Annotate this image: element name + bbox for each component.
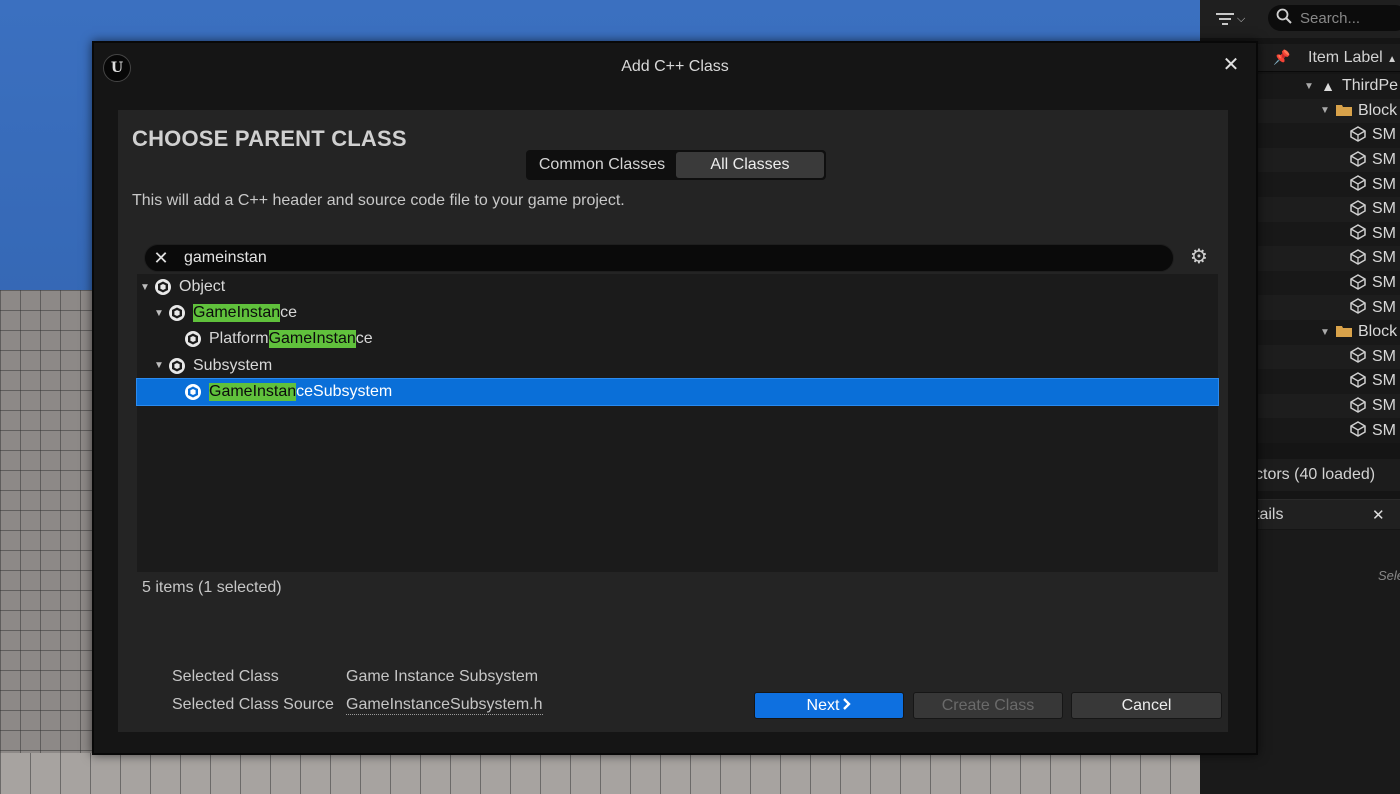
viewport-block xyxy=(0,290,95,794)
expand-arrow-icon[interactable]: ▼ xyxy=(139,282,151,293)
class-icon xyxy=(168,357,186,375)
outliner-toolbar: ⌵ xyxy=(1200,0,1400,38)
class-icon xyxy=(154,278,172,296)
static-mesh-icon xyxy=(1348,372,1368,391)
selected-source-link[interactable]: GameInstanceSubsystem.h xyxy=(346,696,543,715)
expand-arrow-icon[interactable]: ▼ xyxy=(153,360,165,371)
level-icon: ▲ xyxy=(1321,78,1335,95)
outliner-row-label: SM xyxy=(1372,397,1396,415)
dialog-panel: CHOOSE PARENT CLASS Common Classes All C… xyxy=(118,110,1228,732)
chevron-right-icon xyxy=(842,697,852,715)
selected-source-label: Selected Class Source xyxy=(172,696,334,713)
chevron-down-icon: ⌵ xyxy=(1237,12,1246,25)
expand-arrow-icon[interactable]: ▼ xyxy=(1304,81,1318,92)
class-name-text: ceSubsystem xyxy=(296,382,393,400)
item-label-column-text: Item Label xyxy=(1308,48,1383,66)
pin-icon[interactable]: 📌 xyxy=(1270,49,1294,66)
class-icon xyxy=(184,383,202,401)
selected-class-label: Selected Class xyxy=(172,668,279,685)
static-mesh-icon xyxy=(1348,273,1368,293)
viewport-ledge xyxy=(0,753,1200,794)
outliner-row-label: SM xyxy=(1372,274,1396,292)
expand-arrow-icon[interactable]: ▼ xyxy=(1320,327,1334,338)
tab-common-classes[interactable]: Common Classes xyxy=(528,152,676,178)
details-hint: Sele xyxy=(1378,568,1400,583)
folder-icon xyxy=(1334,324,1354,340)
static-mesh-icon xyxy=(1348,347,1368,366)
outliner-row-label: Block xyxy=(1358,323,1398,341)
static-mesh-icon xyxy=(1348,126,1368,145)
static-mesh-icon xyxy=(1348,199,1368,219)
folder-icon xyxy=(1334,103,1354,119)
dialog-titlebar[interactable]: U Add C++ Class ✕ xyxy=(94,43,1256,95)
class-name-text: ce xyxy=(355,330,373,348)
details-tab-label: tails xyxy=(1255,505,1284,523)
item-label-column[interactable]: Item Label ▲ xyxy=(1308,49,1397,67)
expand-arrow-icon[interactable]: ▼ xyxy=(1320,105,1334,116)
class-tree-row[interactable]: Platform GameInstan ce xyxy=(137,326,1218,352)
outliner-row-label: SM xyxy=(1372,200,1396,218)
class-icon xyxy=(184,330,202,348)
gear-icon[interactable]: ⚙ xyxy=(1188,246,1210,268)
selected-class-value: Game Instance Subsystem xyxy=(346,668,539,685)
filter-icon[interactable]: ⌵ xyxy=(1216,8,1252,30)
class-name-text: Subsystem xyxy=(193,356,273,374)
static-mesh-icon xyxy=(1348,175,1368,194)
outliner-row-label: SM xyxy=(1372,249,1396,267)
search-icon xyxy=(1276,8,1292,29)
class-name-text: ce xyxy=(280,304,298,322)
class-name-text: Object xyxy=(179,278,226,295)
class-tree: ▼ Object ▼ GameInstan ce Platform GameInstan ce… xyxy=(136,274,1219,572)
class-tree-row[interactable]: ▼ Object xyxy=(137,274,1218,300)
page-title: CHOOSE PARENT CLASS xyxy=(132,126,407,151)
clear-search-icon[interactable]: ✕ xyxy=(151,248,171,268)
static-mesh-icon xyxy=(1348,396,1368,416)
class-search-input[interactable] xyxy=(184,248,1144,268)
outliner-row-label: SM xyxy=(1372,224,1396,242)
tab-all-classes[interactable]: All Classes xyxy=(676,152,824,178)
outliner-search-input[interactable] xyxy=(1300,9,1400,27)
static-mesh-icon xyxy=(1348,421,1368,440)
outliner-row-label: ThirdPe xyxy=(1342,77,1399,95)
expand-arrow-icon[interactable]: ▼ xyxy=(153,308,165,319)
outliner-row-label: SM xyxy=(1372,372,1396,390)
class-tree-row[interactable]: ▼ GameInstan ce xyxy=(137,300,1218,326)
class-tree-row[interactable]: ▼ Subsystem xyxy=(137,353,1218,379)
outliner-row-label: SM xyxy=(1372,421,1396,439)
static-mesh-icon xyxy=(1348,298,1368,317)
search-match-highlight: GameInstan xyxy=(268,330,356,349)
static-mesh-icon xyxy=(1348,224,1368,243)
class-name-text: Platform xyxy=(209,330,269,348)
outliner-row-label: SM xyxy=(1372,151,1396,169)
next-button-label: Next xyxy=(806,696,840,714)
class-filter-tabs: Common Classes All Classes xyxy=(526,150,826,180)
outliner-row-label: Block xyxy=(1358,101,1398,119)
outliner-search[interactable] xyxy=(1268,5,1400,31)
search-match-highlight: GameInstan xyxy=(209,382,297,401)
class-tree-row[interactable]: GameInstan ceSubsystem xyxy=(136,377,1219,406)
outliner-row-label: SM xyxy=(1372,175,1396,193)
add-cpp-class-dialog: U Add C++ Class ✕ CHOOSE PARENT CLASS Co… xyxy=(92,41,1258,755)
item-count: 5 items (1 selected) xyxy=(142,579,282,596)
close-icon[interactable]: ✕ xyxy=(1372,506,1385,524)
cancel-button[interactable]: Cancel xyxy=(1071,692,1222,719)
class-icon xyxy=(168,304,186,322)
close-dialog-button[interactable]: ✕ xyxy=(1220,54,1242,76)
next-button[interactable]: Next xyxy=(754,692,904,719)
search-match-highlight: GameInstan xyxy=(193,304,281,323)
create-class-button[interactable]: Create Class xyxy=(913,692,1063,719)
outliner-row-label: SM xyxy=(1372,298,1396,316)
sort-ascending-icon: ▲ xyxy=(1387,53,1398,65)
class-search-bar: ✕ xyxy=(144,244,1174,272)
dialog-description: This will add a C++ header and source co… xyxy=(132,192,625,209)
dialog-title: Add C++ Class xyxy=(621,58,729,75)
static-mesh-icon xyxy=(1348,150,1368,170)
outliner-row-label: SM xyxy=(1372,126,1396,144)
static-mesh-icon xyxy=(1348,249,1368,268)
outliner-row-label: SM xyxy=(1372,347,1396,365)
